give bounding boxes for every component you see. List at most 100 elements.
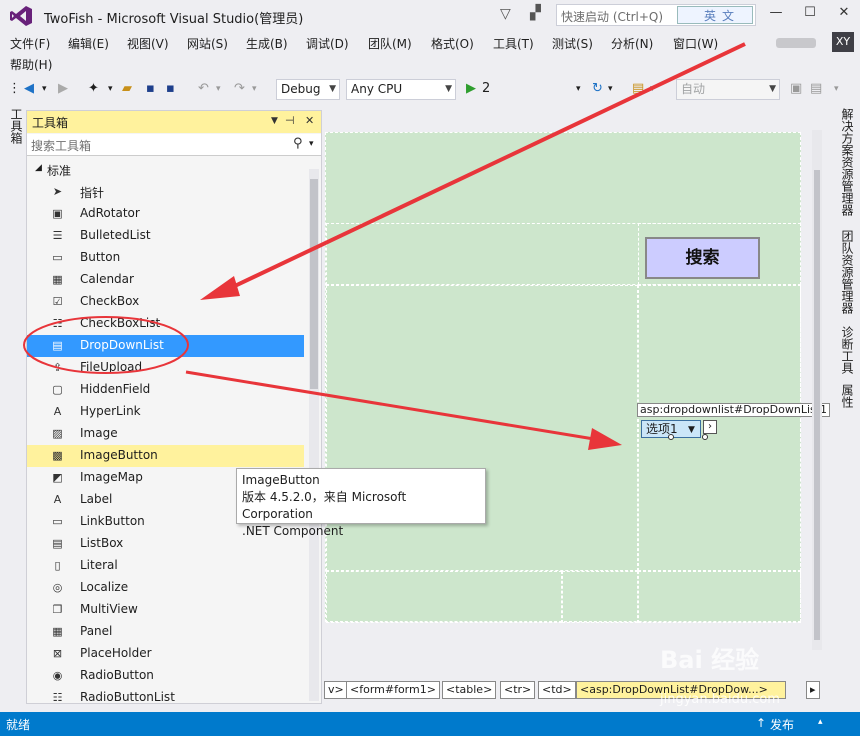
toolbox-item[interactable]: ☑ CheckBox xyxy=(27,291,304,313)
toolbox-search-box[interactable]: 搜索工具箱 ⚲ ▾ xyxy=(27,134,321,156)
toolbar-overflow-icon[interactable]: ▾ xyxy=(650,84,655,94)
menu-help[interactable]: 帮助(H) xyxy=(10,56,52,73)
start-debug-icon[interactable]: ▶ xyxy=(466,81,476,96)
menu-analyze[interactable]: 分析(N) xyxy=(611,35,653,52)
zoom-icon[interactable]: ▣ xyxy=(790,81,802,96)
account-name[interactable] xyxy=(776,38,816,48)
toolbox-item[interactable]: ▭ Button xyxy=(27,247,304,269)
browse-icon[interactable]: ▤ xyxy=(632,81,644,96)
tag-nav-previous[interactable]: v> xyxy=(324,681,348,699)
toolbox-item[interactable]: ◉ RadioButton xyxy=(27,665,304,687)
open-folder-icon[interactable]: ▰ xyxy=(122,81,132,96)
refresh-icon[interactable]: ↻ xyxy=(592,81,603,96)
toolbox-search-input[interactable]: 搜索工具箱 xyxy=(31,137,91,154)
back-dropdown-icon[interactable]: ▾ xyxy=(42,84,47,94)
quick-launch-input[interactable]: 快速启动 (Ctrl+Q) 英文 xyxy=(556,4,756,26)
toolbox-item[interactable]: ☷ CheckBoxList xyxy=(27,313,304,335)
menu-debug[interactable]: 调试(D) xyxy=(306,35,349,52)
toolbox-group-standard[interactable]: ◢ 标准 xyxy=(27,160,321,180)
collapse-triangle-icon[interactable]: ◢ xyxy=(35,163,42,173)
save-all-icon[interactable]: ▪ xyxy=(166,81,175,96)
menu-file[interactable]: 文件(F) xyxy=(10,35,50,52)
forward-icon[interactable]: ▶ xyxy=(58,81,68,96)
maximize-button[interactable]: ☐ xyxy=(800,5,820,23)
menu-website[interactable]: 网站(S) xyxy=(187,35,228,52)
toolbox-scrollbar-thumb[interactable] xyxy=(310,179,318,389)
window-position-dropdown-icon[interactable]: ▼ xyxy=(271,116,278,126)
solution-explorer-tab[interactable]: 解决方案资源管理器 xyxy=(836,108,856,216)
toolbox-item[interactable]: ▦ Panel xyxy=(27,621,304,643)
toolbox-item[interactable]: ❐ MultiView xyxy=(27,599,304,621)
toolbox-side-tab[interactable]: 工具箱 xyxy=(0,108,26,148)
close-button[interactable]: ✕ xyxy=(834,5,854,23)
toolbox-header[interactable]: 工具箱 ▼ ⊣ ✕ xyxy=(27,111,321,133)
platform-select[interactable]: Any CPU ▼ xyxy=(346,79,456,100)
new-project-dropdown-icon[interactable]: ▾ xyxy=(108,84,113,94)
tag-nav-form[interactable]: <form#form1> xyxy=(346,681,440,699)
page-canvas[interactable]: 搜索 asp:dropdownlist#DropDownList1 选项1 ▼ … xyxy=(325,132,831,623)
toolbox-item[interactable]: ▩ ImageButton xyxy=(27,445,304,467)
designer-scrollbar[interactable] xyxy=(812,130,822,650)
team-explorer-tab[interactable]: 团队资源管理器 xyxy=(836,230,856,314)
resize-handle-corner[interactable] xyxy=(702,434,708,440)
menu-team[interactable]: 团队(M) xyxy=(368,35,412,52)
toolbox-item[interactable]: ▯ Literal xyxy=(27,555,304,577)
undo-icon[interactable]: ↶ xyxy=(198,81,209,96)
menu-build[interactable]: 生成(B) xyxy=(246,35,288,52)
tag-nav-table[interactable]: <table> xyxy=(442,681,497,699)
toolbox-item[interactable]: ☰ BulletedList xyxy=(27,225,304,247)
menu-view[interactable]: 视图(V) xyxy=(127,35,169,52)
avatar[interactable]: XY xyxy=(832,32,854,52)
toolbox-item[interactable]: A HyperLink xyxy=(27,401,304,423)
designer-scrollbar-thumb[interactable] xyxy=(814,170,820,640)
publish-chevron-icon[interactable]: ▴ xyxy=(818,717,823,727)
menu-format[interactable]: 格式(O) xyxy=(431,35,474,52)
properties-tab[interactable]: 属性 xyxy=(836,384,856,408)
resize-handle-bottom[interactable] xyxy=(668,434,674,440)
auto-select[interactable]: 自动 ▼ xyxy=(676,79,780,100)
table-cell-bottom-mid[interactable] xyxy=(562,571,638,623)
auto-hide-pin-icon[interactable]: ⊣ xyxy=(285,114,295,127)
toolbox-item[interactable]: ◎ Localize xyxy=(27,577,304,599)
search-button[interactable]: 搜索 xyxy=(645,237,760,279)
redo-icon[interactable]: ↷ xyxy=(234,81,245,96)
table-cell-bottom-left[interactable] xyxy=(326,571,562,623)
diagnostic-tools-tab[interactable]: 诊断工具 xyxy=(836,326,856,374)
feedback-icon[interactable]: ▞ xyxy=(530,5,541,21)
toolbox-item[interactable]: ➤ 指针 xyxy=(27,181,304,203)
menu-edit[interactable]: 编辑(E) xyxy=(68,35,109,52)
publish-button[interactable]: 发布 xyxy=(770,716,794,733)
refresh-dropdown-icon[interactable]: ▾ xyxy=(608,84,613,94)
search-options-dropdown-icon[interactable]: ▾ xyxy=(309,139,314,149)
save-icon[interactable]: ▪ xyxy=(146,81,155,96)
toolbox-item[interactable]: ⊠ PlaceHolder xyxy=(27,643,304,665)
menu-tools[interactable]: 工具(T) xyxy=(493,35,534,52)
start-dropdown-icon[interactable]: ▾ xyxy=(576,84,581,94)
toolbox-item[interactable]: ▢ HiddenField xyxy=(27,379,304,401)
redo-dropdown-icon[interactable]: ▾ xyxy=(252,84,257,94)
toolbox-item[interactable]: ☷ RadioButtonList xyxy=(27,687,304,709)
toolbox-item[interactable]: ▦ Calendar xyxy=(27,269,304,291)
new-project-icon[interactable]: ✦ xyxy=(88,81,99,96)
start-target-label[interactable]: 2 xyxy=(482,81,490,96)
close-icon[interactable]: ✕ xyxy=(305,114,314,127)
toolbar-option-icon[interactable]: ▤ xyxy=(810,81,822,96)
minimize-button[interactable]: — xyxy=(766,5,786,23)
toolbox-item[interactable]: ▨ Image xyxy=(27,423,304,445)
toolbox-item[interactable]: ▣ AdRotator xyxy=(27,203,304,225)
notification-filter-icon[interactable]: ▽ xyxy=(500,6,511,22)
back-icon[interactable]: ◀ xyxy=(24,81,34,96)
smart-tag-icon[interactable]: › xyxy=(703,420,717,434)
tag-nav-td[interactable]: <td> xyxy=(538,681,576,699)
undo-dropdown-icon[interactable]: ▾ xyxy=(216,84,221,94)
tag-nav-tr[interactable]: <tr> xyxy=(500,681,536,699)
toolbox-item[interactable]: ▤ DropDownList xyxy=(27,335,304,357)
toolbox-scrollbar[interactable] xyxy=(309,169,319,701)
toolbox-item[interactable]: ⇪ FileUpload xyxy=(27,357,304,379)
menu-test[interactable]: 测试(S) xyxy=(552,35,593,52)
table-cell-bottom-right[interactable] xyxy=(638,571,801,623)
menu-window[interactable]: 窗口(W) xyxy=(673,35,718,52)
search-icon[interactable]: ⚲ xyxy=(293,136,303,151)
tag-nav-next-icon[interactable]: ▸ xyxy=(806,681,820,699)
configuration-select[interactable]: Debug ▼ xyxy=(276,79,340,100)
